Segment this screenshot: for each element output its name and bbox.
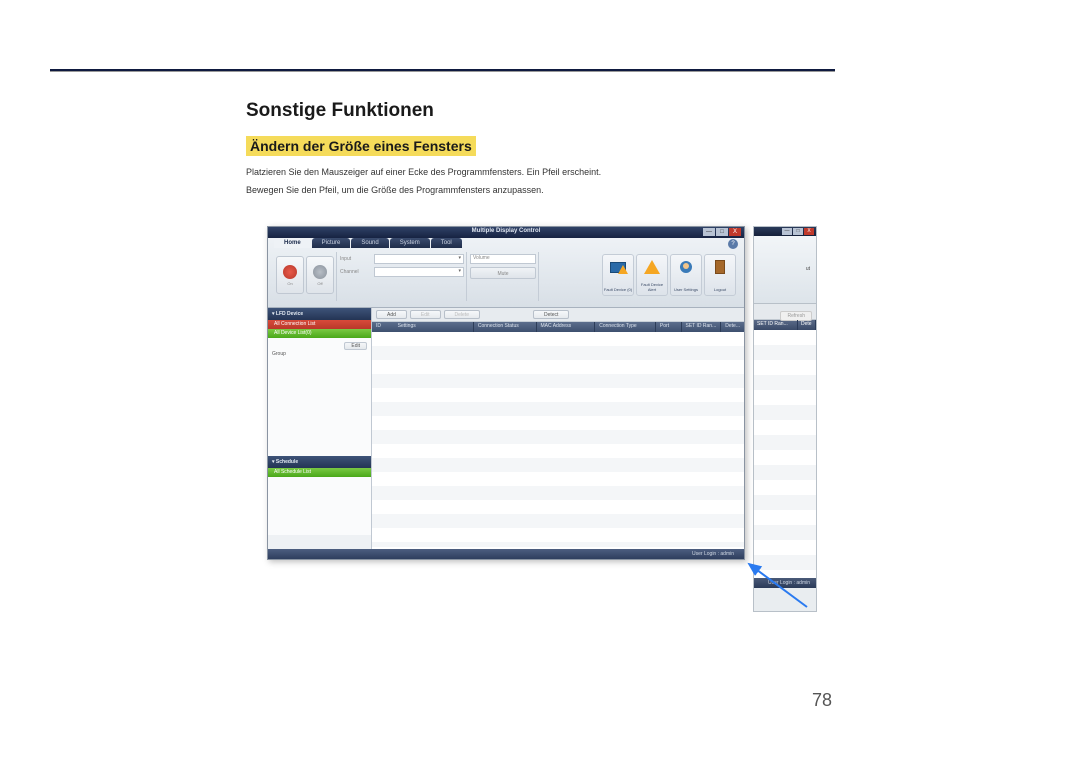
tab-picture[interactable]: Picture <box>312 238 351 248</box>
page-para-2: Bewegen Sie den Pfeil, um die Größe des … <box>246 184 836 198</box>
statusbar: User Login : admin <box>268 549 744 559</box>
col-port[interactable]: Port <box>656 322 682 332</box>
detect-button[interactable]: Detect <box>533 310 569 319</box>
col-dete[interactable]: Dete... <box>721 322 744 332</box>
close-button[interactable]: X <box>804 228 814 235</box>
add-button[interactable]: Add <box>376 310 407 319</box>
sidebar-device-body: Group Edit <box>268 338 371 456</box>
minimize-button[interactable]: — <box>782 228 792 235</box>
fault-device-label: Fault Device (0) <box>604 288 632 292</box>
power-on-button[interactable]: On <box>276 256 304 294</box>
tab-strip: Home Picture Sound System Tool <box>274 238 463 248</box>
volume-group: Volume Mute <box>470 254 536 279</box>
divider <box>336 252 337 301</box>
power-off-button[interactable]: Off <box>306 256 334 294</box>
sidebar-schedule-body <box>268 477 371 535</box>
door-icon <box>710 258 730 276</box>
close-button[interactable]: X <box>729 228 741 236</box>
column-header: ID Settings Connection Status MAC Addres… <box>372 322 744 332</box>
back-grid <box>754 330 816 578</box>
divider <box>466 252 467 301</box>
input-combo[interactable] <box>374 254 464 264</box>
fault-alert-button[interactable]: Fault Device Alert <box>636 254 668 296</box>
input-group: Input Channel <box>340 254 464 280</box>
sidebar: LFD Device All Connection List All Devic… <box>268 308 372 549</box>
grid-body[interactable] <box>372 332 744 547</box>
monitor-warning-icon <box>608 258 628 276</box>
channel-label: Channel <box>340 269 374 275</box>
sidebar-edit-button[interactable]: Edit <box>344 342 367 350</box>
tab-home[interactable]: Home <box>274 238 311 248</box>
divider <box>538 252 539 301</box>
input-label: Input <box>340 256 374 262</box>
sidebar-schedule-header[interactable]: Schedule <box>268 456 371 468</box>
volume-field[interactable]: Volume <box>470 254 536 264</box>
ribbon: Home Picture Sound System Tool ? On Off <box>268 238 744 308</box>
delete-button[interactable]: Delete <box>444 310 480 319</box>
mute-button[interactable]: Mute <box>470 267 536 279</box>
col-settings[interactable]: Settings <box>394 322 474 332</box>
user-settings-label: User Settings <box>674 288 698 292</box>
background-window: — □ X ut Refresh SET ID Ran... Dete User… <box>753 226 817 612</box>
main-area: Add Edit Delete Detect ID Settings Conne… <box>372 308 744 549</box>
back-toolbar: ut <box>754 236 816 304</box>
maximize-button[interactable]: □ <box>716 228 728 236</box>
page-content: Sonstige Funktionen Ändern der Größe ein… <box>246 100 836 201</box>
tab-sound[interactable]: Sound <box>351 238 388 248</box>
foreground-window[interactable]: Multiple Display Control — □ X Home Pict… <box>267 226 745 560</box>
power-group: On Off <box>276 256 334 294</box>
col-connection-type[interactable]: Connection Type <box>595 322 656 332</box>
col-id[interactable]: ID <box>372 322 394 332</box>
page-subheading: Ändern der Größe eines Fensters <box>246 136 476 156</box>
tab-tool[interactable]: Tool <box>431 238 462 248</box>
screenshot-container: — □ X ut Refresh SET ID Ran... Dete User… <box>267 226 817 613</box>
help-button[interactable]: ? <box>728 239 738 249</box>
power-off-label: Off <box>317 281 322 286</box>
edit-button[interactable]: Edit <box>410 310 441 319</box>
front-window-controls: — □ X <box>703 228 741 236</box>
logout-label: Logout <box>714 288 726 292</box>
back-statusbar: User Login : admin <box>754 578 816 588</box>
sidebar-group-label: Group <box>272 351 286 357</box>
col-setid[interactable]: SET ID Ran... <box>754 320 798 330</box>
sidebar-lfd-header[interactable]: LFD Device <box>268 308 371 320</box>
tab-system[interactable]: System <box>390 238 430 248</box>
page-para-1: Platzieren Sie den Mauszeiger auf einer … <box>246 166 836 180</box>
sidebar-all-schedule[interactable]: All Schedule List <box>268 468 371 477</box>
fault-alert-label: Fault Device Alert <box>637 283 667 292</box>
col-mac-address[interactable]: MAC Address <box>537 322 596 332</box>
sidebar-all-device[interactable]: All Device List(0) <box>268 329 371 338</box>
back-logout-hint: ut <box>806 266 810 272</box>
front-titlebar[interactable]: Multiple Display Control — □ X <box>268 227 744 238</box>
user-icon <box>676 258 696 276</box>
minimize-button[interactable]: — <box>703 228 715 236</box>
back-action-row: Refresh <box>754 304 816 320</box>
warning-icon <box>642 258 662 276</box>
window-title: Multiple Display Control <box>472 228 541 234</box>
tool-icons: Fault Device (0) Fault Device Alert User… <box>602 254 736 296</box>
page-header-rule-thin <box>50 71 835 72</box>
back-window-controls: — □ X <box>782 228 814 235</box>
logout-button[interactable]: Logout <box>704 254 736 296</box>
back-column-header: SET ID Ran... Dete <box>754 320 816 330</box>
col-setid-range[interactable]: SET ID Ran... <box>682 322 722 332</box>
maximize-button[interactable]: □ <box>793 228 803 235</box>
col-connection-status[interactable]: Connection Status <box>474 322 537 332</box>
fault-device-button[interactable]: Fault Device (0) <box>602 254 634 296</box>
power-on-label: On <box>287 281 292 286</box>
back-titlebar: — □ X <box>754 227 816 236</box>
power-off-icon <box>313 265 327 279</box>
action-bar: Add Edit Delete Detect <box>372 308 744 322</box>
page-heading: Sonstige Funktionen <box>246 100 836 122</box>
sidebar-all-connection[interactable]: All Connection List <box>268 320 371 329</box>
col-dete[interactable]: Dete <box>798 320 816 330</box>
user-settings-button[interactable]: User Settings <box>670 254 702 296</box>
page-number: 78 <box>812 690 832 711</box>
channel-combo[interactable] <box>374 267 464 277</box>
power-on-icon <box>283 265 297 279</box>
